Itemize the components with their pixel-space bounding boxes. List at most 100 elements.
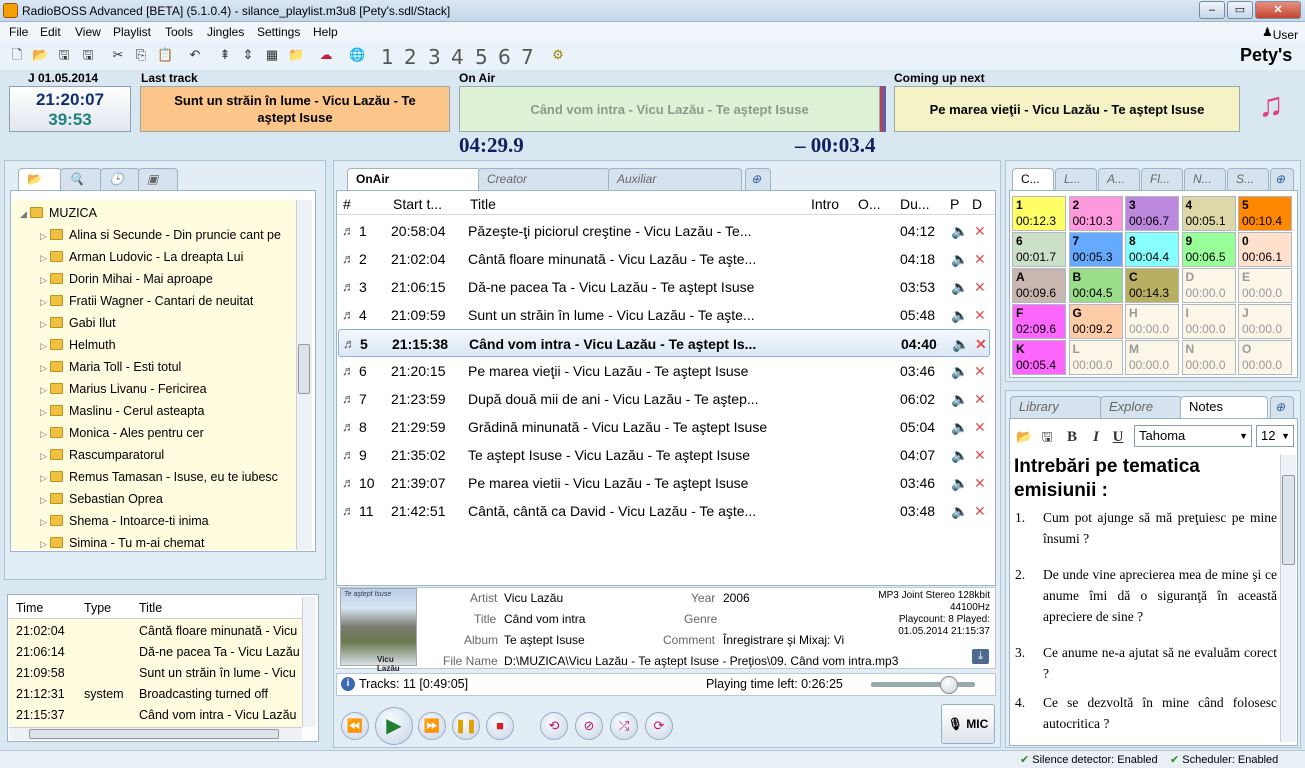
cart-button[interactable]: 0 00:06.1: [1238, 232, 1292, 267]
expand-arrow-icon[interactable]: ▷: [40, 489, 50, 510]
play-button[interactable]: ▶: [375, 707, 413, 745]
col-duration[interactable]: Du...: [900, 196, 930, 212]
playlist-row[interactable]: ♬ 4 21:09:59 Sunt un străin în lume - Vicu …: [338, 301, 990, 329]
delete-icon[interactable]: ✕: [974, 245, 986, 273]
speaker-icon[interactable]: 🔈: [951, 385, 968, 413]
tab-creator[interactable]: Creator: [478, 168, 610, 190]
playlist-row[interactable]: ♬ 10 21:39:07 Pe marea vietii - Vicu Lazău …: [338, 469, 990, 497]
tree-scrollbar[interactable]: [296, 200, 312, 550]
disable-button[interactable]: ⊘: [575, 712, 603, 740]
tree-item[interactable]: ▷ Maslinu - Cerul asteapta: [40, 400, 296, 422]
forward-button[interactable]: ⏩: [418, 712, 446, 740]
log-row[interactable]: 21:12:31 system Broadcasting turned off: [9, 684, 302, 705]
globe-icon[interactable]: 🌐: [349, 47, 365, 63]
expand-arrow-icon[interactable]: ▷: [40, 247, 50, 268]
speaker-icon[interactable]: 🔈: [951, 497, 968, 525]
gear-icon[interactable]: ⚙: [550, 47, 566, 63]
cart-button[interactable]: 9 00:06.5: [1181, 232, 1236, 267]
playlist-row[interactable]: ♬ 3 21:06:15 Dă-ne pacea Ta - Vicu Lazău - …: [338, 273, 990, 301]
volume-knob[interactable]: [940, 676, 958, 694]
speaker-icon[interactable]: 🔈: [952, 330, 969, 358]
mic-button[interactable]: 🎙 MIC: [941, 704, 995, 744]
move-icon[interactable]: ⇕: [240, 47, 256, 63]
cart-button[interactable]: G 00:09.2: [1068, 304, 1123, 339]
playlist-3-button[interactable]: 3: [428, 45, 441, 69]
stop-button[interactable]: ■: [486, 712, 514, 740]
tree-item[interactable]: ▷ Rascumparatorul: [40, 444, 296, 466]
cart-button[interactable]: 8 00:04.4: [1125, 232, 1179, 267]
cloud-icon[interactable]: ☁: [318, 47, 334, 63]
notes-scroll-thumb[interactable]: [1282, 475, 1295, 565]
pause-button[interactable]: ❚❚: [452, 712, 480, 740]
font-select[interactable]: Tahoma ▼: [1134, 425, 1252, 447]
notes-scrollbar[interactable]: [1280, 455, 1296, 742]
cart-tab[interactable]: S...: [1227, 168, 1269, 190]
playlist-row[interactable]: ♬ 1 20:58:04 Păzeşte-ţi piciorul creştine -…: [338, 217, 990, 245]
tree-item[interactable]: ▷ Helmuth: [40, 334, 296, 356]
col-start-time[interactable]: Start t...: [393, 196, 442, 212]
expand-arrow-icon[interactable]: ▷: [40, 225, 50, 246]
add-cart-tab-button[interactable]: ⊕: [1270, 168, 1294, 190]
log-hscroll-thumb[interactable]: [29, 729, 279, 739]
delete-icon[interactable]: ✕: [974, 357, 986, 385]
speaker-icon[interactable]: 🔈: [951, 469, 968, 497]
cart-button[interactable]: A 00:09.6: [1012, 268, 1066, 303]
user-menu[interactable]: ♟ User: [1262, 25, 1298, 42]
cart-button[interactable]: 7 00:05.3: [1068, 232, 1123, 267]
download-icon[interactable]: ⤓: [972, 649, 989, 664]
playlist-2-button[interactable]: 2: [404, 45, 417, 69]
tab-notes[interactable]: Notes: [1180, 396, 1268, 418]
tree-item[interactable]: ▷ Fratii Wagner - Cantari de neuitat: [40, 290, 296, 312]
speaker-icon[interactable]: 🔈: [951, 413, 968, 441]
playlist-row[interactable]: ♬ 11 21:42:51 Cântă, cântă ca David - Vicu …: [338, 497, 990, 525]
col-intro[interactable]: Intro: [811, 196, 839, 212]
grid-icon[interactable]: ▦: [264, 47, 280, 63]
notes-content[interactable]: Intrebări pe tematica emisiunii : 1. Cum …: [1012, 451, 1280, 741]
playlist-row[interactable]: ♬ 6 21:20:15 Pe marea vieţii - Vicu Lazău -…: [338, 357, 990, 385]
silence-detector-status[interactable]: ✔ Silence detector: Enabled: [1020, 753, 1158, 766]
log-col-title[interactable]: Title: [139, 597, 162, 619]
speaker-icon[interactable]: 🔈: [951, 301, 968, 329]
playlist-row[interactable]: ♬ 8 21:29:59 Grădină minunată - Vicu Lazău …: [338, 413, 990, 441]
insert-icon[interactable]: ⇞: [217, 47, 233, 63]
speaker-icon[interactable]: 🔈: [951, 357, 968, 385]
playlist-row[interactable]: ♬ 2 21:02:04 Cântă floare minunată - Vicu L…: [338, 245, 990, 273]
save-as-icon[interactable]: 🖫: [80, 47, 96, 63]
maximize-button[interactable]: ▭: [1227, 1, 1253, 19]
cart-button[interactable]: E 00:00.0: [1238, 268, 1292, 303]
cart-button[interactable]: 6 00:01.7: [1012, 232, 1066, 267]
tree-item[interactable]: ▷ Monica - Ales pentru cer: [40, 422, 296, 444]
folder-icon[interactable]: 📁: [288, 47, 304, 63]
delete-icon[interactable]: ✕: [974, 441, 986, 469]
bold-button[interactable]: B: [1064, 429, 1080, 445]
tree-item[interactable]: ▷ Maria Toll - Esti totul: [40, 356, 296, 378]
scheduler-status[interactable]: ✔ Scheduler: Enabled: [1170, 753, 1278, 766]
tree-scroll-thumb[interactable]: [298, 344, 310, 394]
playlist-5-button[interactable]: 5: [475, 45, 488, 69]
repeat-one-button[interactable]: ⟲: [540, 712, 568, 740]
log-hscrollbar[interactable]: [9, 727, 302, 740]
cart-button[interactable]: 4 00:05.1: [1181, 196, 1236, 231]
size-select[interactable]: 12 ▼: [1256, 425, 1294, 447]
minimize-button[interactable]: –: [1199, 1, 1225, 19]
cut-icon[interactable]: ✂: [110, 47, 126, 63]
expand-arrow-icon[interactable]: ▷: [40, 313, 50, 334]
cart-tab[interactable]: C...: [1012, 168, 1054, 190]
expand-arrow-icon[interactable]: ▷: [40, 445, 50, 466]
log-scrollbar[interactable]: [302, 597, 316, 727]
tab-media[interactable]: ▣: [138, 168, 178, 190]
cart-button[interactable]: D 00:00.0: [1181, 268, 1236, 303]
delete-icon[interactable]: ✕: [974, 217, 986, 245]
speaker-icon[interactable]: 🔈: [951, 441, 968, 469]
tree-item[interactable]: ▷ Shema - Intoarce-ti inima: [40, 510, 296, 532]
tree-item[interactable]: ▷ Arman Ludovic - La dreapta Lui: [40, 246, 296, 268]
cart-button[interactable]: O 00:00.0: [1238, 340, 1292, 375]
paste-icon[interactable]: 📋: [157, 47, 173, 63]
cart-tab[interactable]: L...: [1055, 168, 1097, 190]
tree-item[interactable]: ▷ Alina si Secunde - Din pruncie cant pe: [40, 224, 296, 246]
col-outro[interactable]: O...: [858, 196, 881, 212]
loop-button[interactable]: ⟳: [645, 712, 673, 740]
cart-button[interactable]: I 00:00.0: [1181, 304, 1236, 339]
tree-item[interactable]: ▷ Remus Tamasan - Isuse, eu te iubesc: [40, 466, 296, 488]
cart-button[interactable]: 2 00:10.3: [1068, 196, 1123, 231]
